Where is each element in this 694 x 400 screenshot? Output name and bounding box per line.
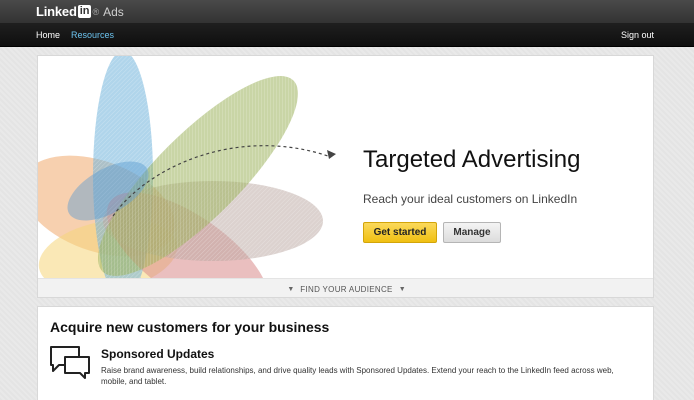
- logo-wordmark: Linked: [36, 4, 77, 19]
- hero-banner: Targeted Advertising Reach your ideal cu…: [37, 55, 654, 298]
- chevron-down-icon: ▼: [398, 285, 406, 293]
- sponsored-updates-title[interactable]: Sponsored Updates: [101, 347, 214, 361]
- nav-link-resources[interactable]: Resources: [71, 30, 114, 40]
- sign-out-link[interactable]: Sign out: [621, 30, 654, 40]
- logo-in-badge: in: [77, 5, 92, 18]
- linkedin-ads-logo[interactable]: Linked in ® Ads: [36, 0, 124, 23]
- find-your-audience-link[interactable]: ▼ FIND YOUR AUDIENCE ▼: [38, 278, 653, 297]
- get-started-button[interactable]: Get started: [363, 222, 437, 243]
- chevron-down-icon: ▼: [287, 285, 295, 293]
- sponsored-updates-description: Raise brand awareness, build relationshi…: [101, 366, 614, 386]
- manage-button[interactable]: Manage: [443, 222, 501, 243]
- logo-product-name: Ads: [103, 4, 124, 19]
- main-nav-bar: Home Resources Sign out: [0, 23, 694, 47]
- section-title: Acquire new customers for your business: [50, 319, 330, 335]
- hero-subtitle: Reach your ideal customers on LinkedIn: [363, 192, 578, 206]
- hero-title: Targeted Advertising: [363, 146, 581, 173]
- find-your-audience-label: FIND YOUR AUDIENCE: [300, 284, 393, 294]
- targeting-petals-illustration: [38, 56, 336, 278]
- acquire-customers-section: Acquire new customers for your business …: [37, 306, 654, 400]
- nav-link-home[interactable]: Home: [36, 30, 60, 40]
- logo-registered-mark: ®: [92, 6, 100, 17]
- chat-bubbles-icon: [50, 346, 90, 379]
- arrow-head-icon: [327, 150, 336, 159]
- top-header-bar: Linked in ® Ads: [0, 0, 694, 23]
